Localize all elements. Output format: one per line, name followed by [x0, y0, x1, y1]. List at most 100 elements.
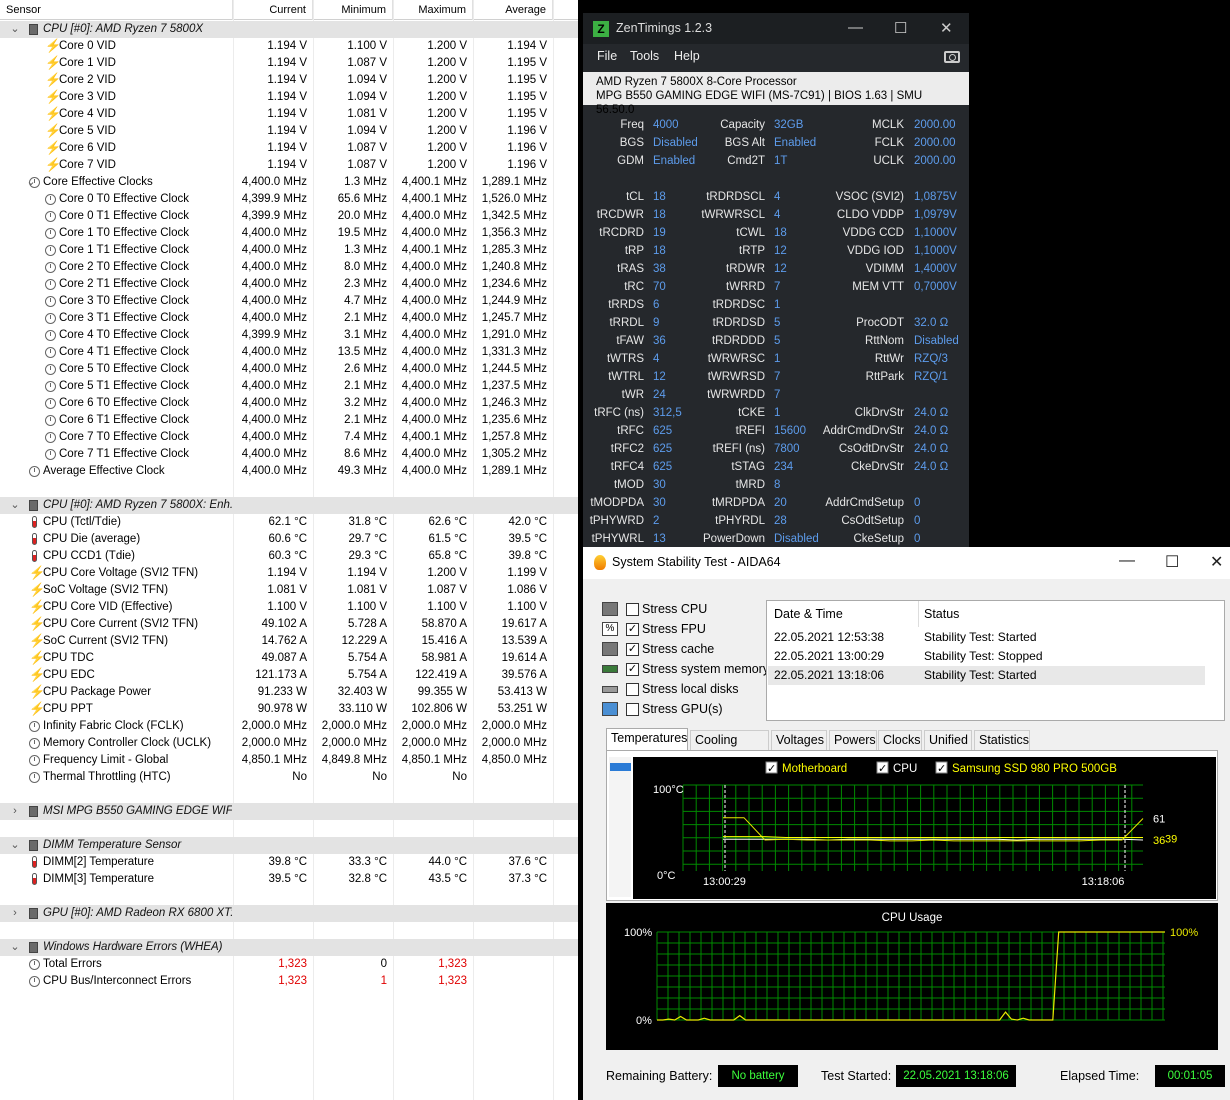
maximize-button[interactable]: ☐ [1165, 552, 1179, 572]
sensor-group-row[interactable]: ⌄ Windows Hardware Errors (WHEA) [0, 939, 578, 956]
sensor-row[interactable]: ⚡ CPU Core VID (Effective) 1.100 V 1.100 V 1… [0, 599, 578, 616]
sensor-row[interactable]: ⚡ Core 5 VID 1.194 V 1.094 V 1.200 V 1.196 V [0, 123, 578, 140]
sensor-row[interactable]: Infinity Fabric Clock (FCLK) 2,000.0 MHz 2… [0, 718, 578, 735]
tab-voltages[interactable]: Voltages [771, 730, 827, 750]
tab-clocks[interactable]: Clocks [878, 730, 922, 750]
sensor-group-row[interactable]: › GPU [#0]: AMD Radeon RX 6800 XT: [0, 905, 578, 922]
checkbox-unchecked[interactable] [626, 703, 639, 716]
sensor-row[interactable]: ⌄ Core Effective Clocks 4,400.0 MHz 1.3 MHz… [0, 174, 578, 191]
checkbox-unchecked[interactable] [626, 683, 639, 696]
sensor-row[interactable]: DIMM[2] Temperature 39.8 °C 33.3 °C 44.0 °C… [0, 854, 578, 871]
checkbox-checked[interactable]: ✓ [626, 663, 639, 676]
sensor-row[interactable]: ⚡ CPU TDC 49.087 A 5.754 A 58.981 A 19.614 A [0, 650, 578, 667]
sensor-row[interactable]: Core 6 T1 Effective Clock 4,400.0 MHz 2.1 … [0, 412, 578, 429]
column-average[interactable]: Average [473, 0, 553, 20]
stress-option-label[interactable]: Stress FPU [642, 619, 706, 639]
sensor-row[interactable]: Core 1 T0 Effective Clock 4,400.0 MHz 19.5… [0, 225, 578, 242]
sensor-row[interactable]: Core 5 T1 Effective Clock 4,400.0 MHz 2.1 … [0, 378, 578, 395]
sensor-row[interactable]: Core 3 T1 Effective Clock 4,400.0 MHz 2.1 … [0, 310, 578, 327]
sensor-row[interactable]: ⚡ Core 3 VID 1.194 V 1.094 V 1.200 V 1.195 V [0, 89, 578, 106]
sensor-row[interactable]: ⚡ Core 6 VID 1.194 V 1.087 V 1.200 V 1.196 V [0, 140, 578, 157]
log-header-datetime[interactable]: Date & Time [774, 601, 843, 627]
checkbox-checked[interactable]: ✓ [626, 643, 639, 656]
tab-temperatures[interactable]: Temperatures [606, 728, 688, 751]
sensor-row[interactable]: ⚡ Core 1 VID 1.194 V 1.087 V 1.200 V 1.195 V [0, 55, 578, 72]
stress-option-label[interactable]: Stress local disks [642, 679, 739, 699]
sensor-row[interactable]: Core 4 T1 Effective Clock 4,400.0 MHz 13.5… [0, 344, 578, 361]
column-maximum[interactable]: Maximum [393, 0, 473, 20]
sensor-row[interactable]: ⚡ Core 7 VID 1.194 V 1.087 V 1.200 V 1.196 V [0, 157, 578, 174]
checkbox-checked[interactable]: ✓ [626, 623, 639, 636]
collapse-chevron-icon[interactable]: ⌄ [9, 497, 21, 514]
sensor-row[interactable]: Core 3 T0 Effective Clock 4,400.0 MHz 4.7 … [0, 293, 578, 310]
sensor-row[interactable]: Core 5 T0 Effective Clock 4,400.0 MHz 2.6 … [0, 361, 578, 378]
sensor-row[interactable]: Core 6 T0 Effective Clock 4,400.0 MHz 3.2 … [0, 395, 578, 412]
sensor-row[interactable]: ⚡ Core 4 VID 1.194 V 1.081 V 1.200 V 1.195 V [0, 106, 578, 123]
log-row[interactable]: 22.05.2021 13:00:29 Stability Test: Stopp… [768, 647, 1205, 666]
sensor-row[interactable]: ⚡ CPU PPT 90.978 W 33.110 W 102.806 W 53.251 … [0, 701, 578, 718]
sensor-row[interactable]: ⚡ Core 0 VID 1.194 V 1.100 V 1.200 V 1.194 V [0, 38, 578, 55]
test-log-list[interactable]: Date & Time Status 22.05.2021 12:53:38 St… [766, 600, 1225, 721]
sensor-row[interactable]: ⚡ CPU Core Voltage (SVI2 TFN) 1.194 V 1.194… [0, 565, 578, 582]
sensor-row[interactable]: Core 0 T1 Effective Clock 4,399.9 MHz 20.0… [0, 208, 578, 225]
tab-unified[interactable]: Unified [924, 730, 972, 750]
sensor-row[interactable]: Core 0 T0 Effective Clock 4,399.9 MHz 65.6… [0, 191, 578, 208]
close-button[interactable]: ✕ [1210, 552, 1223, 572]
sensor-row[interactable]: Frequency Limit - Global 4,850.1 MHz 4,849… [0, 752, 578, 769]
sensor-row[interactable]: ⚡ SoC Current (SVI2 TFN) 14.762 A 12.229 A 1… [0, 633, 578, 650]
sensor-row[interactable]: Core 7 T0 Effective Clock 4,400.0 MHz 7.4 … [0, 429, 578, 446]
sensor-group-row[interactable]: ⌄ DIMM Temperature Sensor [0, 837, 578, 854]
tab-powers[interactable]: Powers [829, 730, 877, 750]
sensor-row[interactable]: ⚡ CPU EDC 121.173 A 5.754 A 122.419 A 39.576 … [0, 667, 578, 684]
sensor-group-row[interactable]: › MSI MPG B550 GAMING EDGE WIFI (... [0, 803, 578, 820]
sensor-row[interactable]: Core 2 T0 Effective Clock 4,400.0 MHz 8.0 … [0, 259, 578, 276]
sensor-row[interactable]: ⚡ Core 2 VID 1.194 V 1.094 V 1.200 V 1.195 V [0, 72, 578, 89]
column-current[interactable]: Current [233, 0, 313, 20]
expand-chevron-icon[interactable]: › [9, 905, 21, 922]
sensor-row[interactable]: Core 4 T0 Effective Clock 4,399.9 MHz 3.1 … [0, 327, 578, 344]
sensor-row[interactable]: Total Errors 1,323 0 1,323 [0, 956, 578, 973]
minimize-button[interactable]: — [1119, 552, 1135, 570]
close-button[interactable]: ✕ [940, 19, 953, 37]
expand-chevron-icon[interactable]: › [9, 803, 21, 820]
sensor-row[interactable]: CPU CCD1 (Tdie) 60.3 °C 29.3 °C 65.8 °C 39.8… [0, 548, 578, 565]
sensor-row[interactable]: Core 1 T1 Effective Clock 4,400.0 MHz 1.3 … [0, 242, 578, 259]
menu-help[interactable]: Help [674, 49, 700, 63]
collapse-chevron-icon[interactable]: ⌄ [9, 21, 21, 38]
stress-option-label[interactable]: Stress system memory [642, 659, 769, 679]
checkbox-unchecked[interactable] [626, 603, 639, 616]
stress-option-label[interactable]: Stress GPU(s) [642, 699, 723, 719]
stress-option-label[interactable]: Stress CPU [642, 599, 707, 619]
collapse-chevron-icon[interactable]: ⌄ [9, 837, 21, 854]
sensor-row[interactable]: Thermal Throttling (HTC) No No No [0, 769, 578, 786]
sensor-row[interactable]: Core 7 T1 Effective Clock 4,400.0 MHz 8.6 … [0, 446, 578, 463]
scrollbar-thumb[interactable] [610, 763, 631, 771]
screenshot-camera-icon[interactable] [944, 51, 960, 63]
sensor-row[interactable]: DIMM[3] Temperature 39.5 °C 32.8 °C 43.5 °C… [0, 871, 578, 888]
zentimings-title-bar[interactable]: Z ZenTimings 1.2.3 — ☐ ✕ [583, 13, 969, 44]
log-row[interactable]: 22.05.2021 12:53:38 Stability Test: Start… [768, 628, 1205, 647]
sensor-row[interactable]: Average Effective Clock 4,400.0 MHz 49.3 M… [0, 463, 578, 480]
menu-file[interactable]: File [597, 49, 617, 63]
column-minimum[interactable]: Minimum [313, 0, 393, 20]
sensor-group-row[interactable]: ⌄ CPU [#0]: AMD Ryzen 7 5800X [0, 21, 578, 38]
aida64-title-bar[interactable]: System Stability Test - AIDA64 — ☐ ✕ [583, 547, 1230, 579]
minimize-button[interactable]: — [848, 19, 863, 36]
sensor-group-row[interactable]: ⌄ CPU [#0]: AMD Ryzen 7 5800X: Enh... [0, 497, 578, 514]
sensor-row[interactable]: CPU Die (average) 60.6 °C 29.7 °C 61.5 °C 39… [0, 531, 578, 548]
collapse-chevron-icon[interactable]: ⌄ [9, 939, 21, 956]
sensor-row[interactable]: ⚡ CPU Core Current (SVI2 TFN) 49.102 A 5.72… [0, 616, 578, 633]
sensor-row[interactable]: Core 2 T1 Effective Clock 4,400.0 MHz 2.3 … [0, 276, 578, 293]
tab-cooling-fans[interactable]: Cooling Fans [690, 730, 769, 765]
sensor-row[interactable]: ⚡ CPU Package Power 91.233 W 32.403 W 99.355… [0, 684, 578, 701]
maximize-button[interactable]: ☐ [894, 19, 907, 37]
sensor-row[interactable]: CPU (Tctl/Tdie) 62.1 °C 31.8 °C 62.6 °C 42.0… [0, 514, 578, 531]
tab-statistics[interactable]: Statistics [974, 730, 1030, 750]
stress-option-label[interactable]: Stress cache [642, 639, 714, 659]
log-row[interactable]: 22.05.2021 13:18:06 Stability Test: Start… [768, 666, 1205, 685]
menu-tools[interactable]: Tools [630, 49, 659, 63]
log-header-status[interactable]: Status [924, 601, 959, 627]
temperature-scrollbar[interactable] [609, 757, 631, 897]
sensor-row[interactable]: Memory Controller Clock (UCLK) 2,000.0 MH… [0, 735, 578, 752]
sensor-row[interactable]: ⚡ SoC Voltage (SVI2 TFN) 1.081 V 1.081 V 1.0… [0, 582, 578, 599]
